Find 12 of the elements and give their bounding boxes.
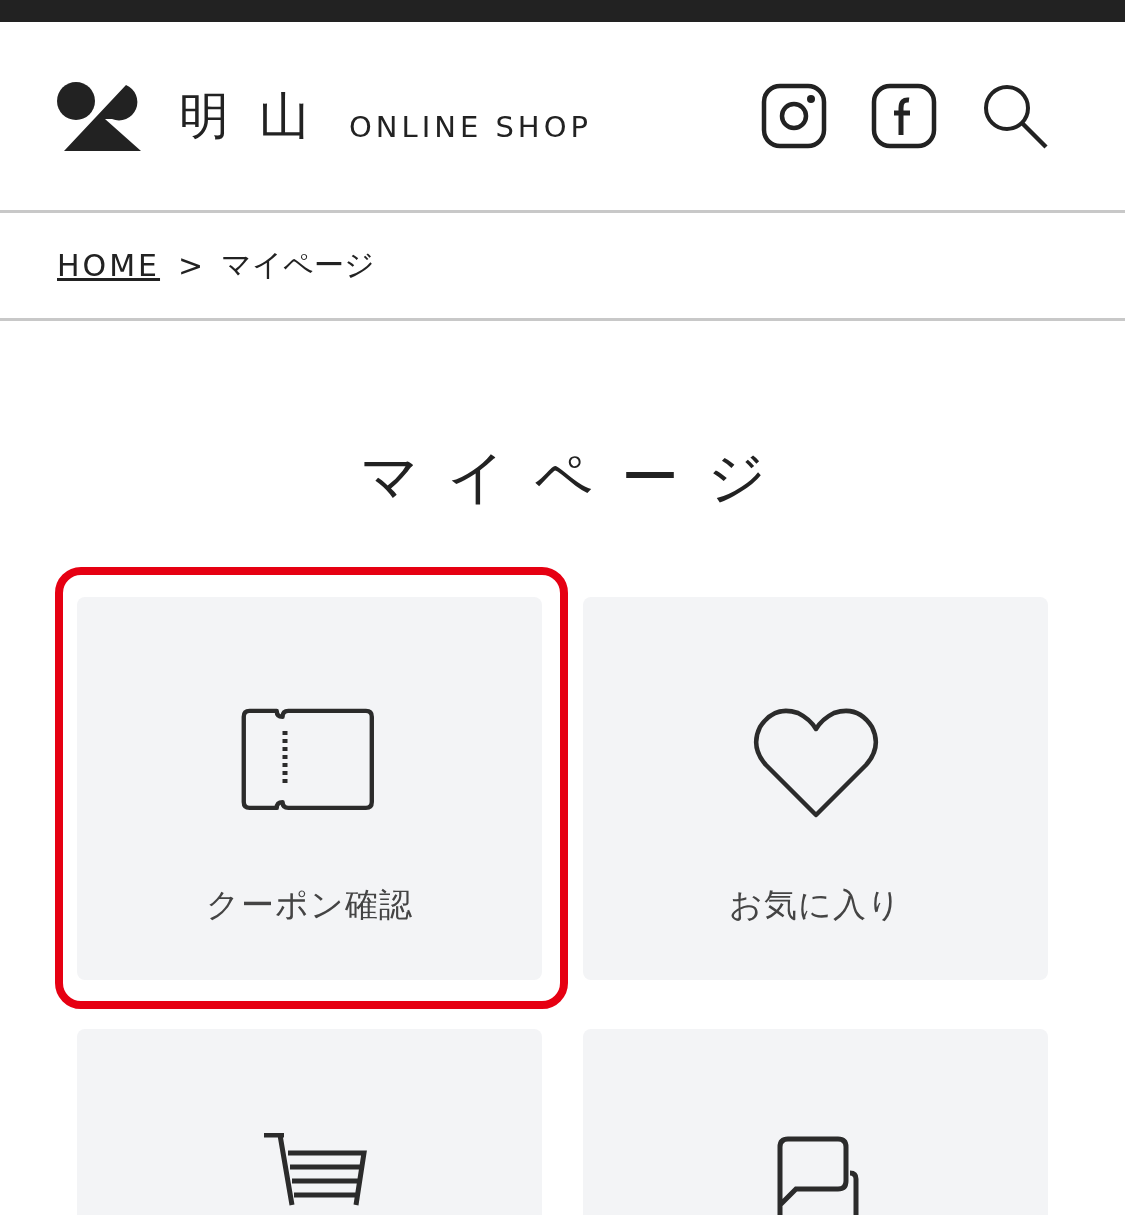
- facebook-icon[interactable]: [871, 83, 937, 149]
- menu-tile[interactable]: お気に入り: [583, 597, 1048, 980]
- page-title: マイページ: [358, 442, 795, 513]
- brand-name: 明山: [179, 85, 339, 147]
- instagram-icon[interactable]: [761, 83, 827, 149]
- menu-tile[interactable]: クーポン確認: [77, 597, 542, 980]
- breadcrumb-separator: >: [178, 248, 204, 283]
- brand-tagline: ONLINE SHOP: [349, 110, 592, 144]
- search-icon[interactable]: [981, 82, 1049, 150]
- home-link[interactable]: HOME: [57, 248, 160, 283]
- logo-icon: [56, 81, 141, 151]
- breadcrumb-current: マイページ: [221, 246, 376, 284]
